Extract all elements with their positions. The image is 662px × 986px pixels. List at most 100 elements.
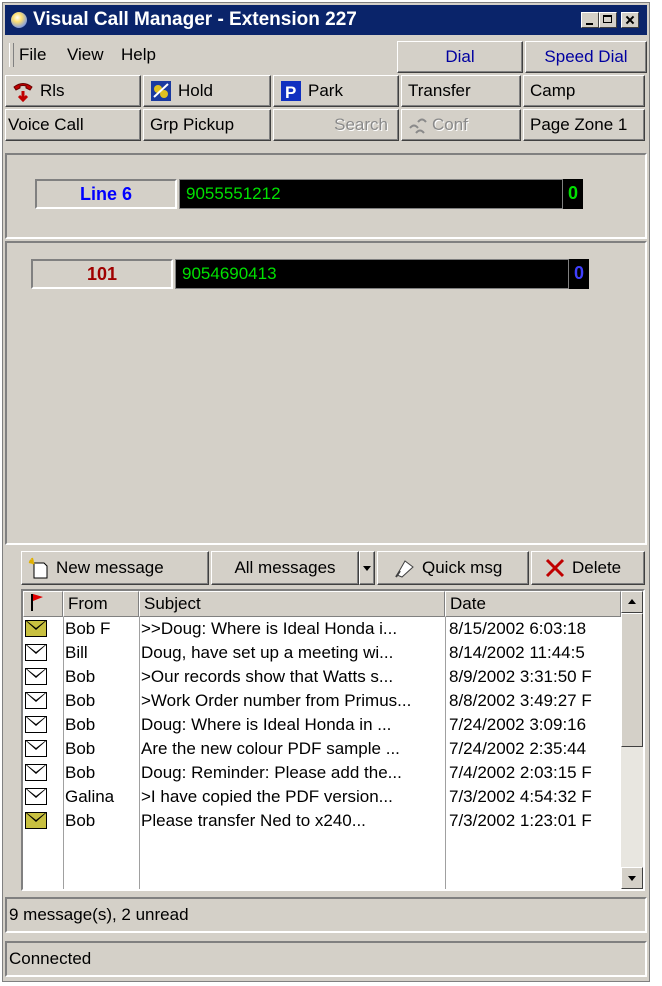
- release-label: Rls: [40, 81, 65, 100]
- message-row[interactable]: Bob Are the new colour PDF sample ... 7/…: [23, 737, 621, 761]
- menu-help[interactable]: Help: [121, 45, 156, 65]
- unread-envelope-icon: [25, 620, 47, 637]
- message-date: 7/4/2002 2:03:15 F: [449, 763, 592, 782]
- new-message-button[interactable]: New message: [21, 551, 209, 585]
- message-date: 7/3/2002 4:54:32 F: [449, 787, 592, 806]
- vertical-scrollbar[interactable]: [621, 591, 643, 889]
- message-from: Bill: [65, 643, 88, 662]
- message-from: Galina: [65, 787, 115, 806]
- window-title: Visual Call Manager - Extension 227: [33, 9, 357, 30]
- extension-label[interactable]: 101: [31, 259, 173, 289]
- page-zone-button[interactable]: Page Zone 1: [523, 109, 645, 141]
- message-row[interactable]: Bob >Our records show that Watts s... 8/…: [23, 665, 621, 689]
- line-count: 0: [563, 179, 583, 209]
- extension-label-text: 101: [86, 263, 118, 284]
- title-bar[interactable]: Visual Call Manager - Extension 227: [5, 5, 647, 35]
- extension-number-display: 9054690413: [175, 259, 569, 289]
- message-row[interactable]: Bob F >>Doug: Where is Ideal Honda i... …: [23, 617, 621, 641]
- phone-release-icon: [12, 80, 34, 103]
- message-row[interactable]: Bob Doug: Reminder: Please add the... 7/…: [23, 761, 621, 785]
- scroll-thumb[interactable]: [621, 613, 643, 747]
- dial-button[interactable]: Dial: [397, 41, 523, 73]
- message-date: 8/15/2002 6:03:18: [449, 619, 587, 638]
- message-subject: Doug, have set up a meeting wi...: [141, 643, 394, 662]
- scroll-up-icon[interactable]: [621, 591, 643, 613]
- voice-call-button[interactable]: Voice Call: [5, 109, 141, 141]
- app-icon: [11, 12, 27, 28]
- message-date: 8/9/2002 3:31:50 F: [449, 667, 592, 686]
- quick-msg-label: Quick msg: [422, 558, 503, 577]
- quick-msg-icon: [394, 557, 416, 579]
- message-row[interactable]: Bill Doug, have set up a meeting wi... 8…: [23, 641, 621, 665]
- message-row[interactable]: Galina >I have copied the PDF version...…: [23, 785, 621, 809]
- message-summary-status: 9 message(s), 2 unread: [5, 897, 647, 933]
- message-from: Bob: [65, 691, 96, 710]
- read-envelope-icon: [25, 788, 47, 805]
- from-column-header[interactable]: From: [63, 591, 139, 617]
- scroll-down-icon[interactable]: [621, 867, 643, 889]
- park-icon: P: [280, 80, 302, 102]
- message-subject: >>Doug: Where is Ideal Honda i...: [141, 619, 398, 638]
- message-filter-dropdown[interactable]: All messages: [211, 551, 359, 585]
- delete-label: Delete: [572, 558, 622, 577]
- flag-icon: [30, 594, 44, 616]
- menu-file[interactable]: File: [19, 45, 46, 65]
- message-from: Bob: [65, 715, 96, 734]
- minimize-icon[interactable]: [581, 12, 599, 28]
- message-subject: >Work Order number from Primus...: [141, 691, 412, 710]
- speed-dial-button[interactable]: Speed Dial: [525, 41, 647, 73]
- hold-button[interactable]: Hold: [143, 75, 271, 107]
- message-subject: Please transfer Ned to x240...: [141, 811, 366, 830]
- message-row[interactable]: Bob Doug: Where is Ideal Honda in ... 7/…: [23, 713, 621, 737]
- extension-panel: 101 9054690413 0: [5, 241, 647, 545]
- connection-status: Connected: [5, 941, 647, 977]
- read-envelope-icon: [25, 764, 47, 781]
- message-subject: Doug: Where is Ideal Honda in ...: [141, 715, 392, 734]
- read-envelope-icon: [25, 644, 47, 661]
- conference-button[interactable]: Conf: [401, 109, 521, 141]
- delete-button[interactable]: Delete: [531, 551, 645, 585]
- menu-view[interactable]: View: [67, 45, 104, 65]
- message-date: 8/14/2002 11:44:5: [449, 643, 585, 662]
- park-button[interactable]: P Park: [273, 75, 399, 107]
- maximize-icon[interactable]: [599, 12, 617, 28]
- message-row[interactable]: Bob >Work Order number from Primus... 8/…: [23, 689, 621, 713]
- hold-icon: [150, 80, 172, 102]
- message-from: Bob: [65, 667, 96, 686]
- hold-label: Hold: [178, 81, 213, 100]
- camp-button[interactable]: Camp: [523, 75, 645, 107]
- message-date: 7/24/2002 2:35:44: [449, 739, 587, 758]
- message-list[interactable]: From Subject Date Bob F >>Doug: Where is…: [21, 589, 645, 891]
- filter-dropdown-arrow[interactable]: [359, 551, 375, 585]
- date-column-header[interactable]: Date: [445, 591, 621, 617]
- message-row[interactable]: Bob Please transfer Ned to x240... 7/3/2…: [23, 809, 621, 833]
- park-label: Park: [308, 81, 343, 100]
- message-subject: >I have copied the PDF version...: [141, 787, 393, 806]
- message-date: 7/3/2002 1:23:01 F: [449, 811, 592, 830]
- message-from: Bob: [65, 739, 96, 758]
- message-subject: >Our records show that Watts s...: [141, 667, 394, 686]
- release-button[interactable]: Rls: [5, 75, 141, 107]
- unread-envelope-icon: [25, 812, 47, 829]
- menu-grip: [9, 43, 14, 67]
- transfer-button[interactable]: Transfer: [401, 75, 521, 107]
- line-panel: Line 6 9055551212 0: [5, 153, 647, 239]
- message-subject: Doug: Reminder: Please add the...: [141, 763, 402, 782]
- read-envelope-icon: [25, 740, 47, 757]
- svg-text:P: P: [285, 83, 296, 102]
- subject-column-header[interactable]: Subject: [139, 591, 445, 617]
- message-date: 8/8/2002 3:49:27 F: [449, 691, 592, 710]
- search-button[interactable]: Search: [273, 109, 399, 141]
- conference-label: Conf: [432, 115, 468, 134]
- menu-bar: File View Help Dial Speed Dial: [5, 37, 647, 73]
- delete-icon: [544, 557, 566, 579]
- read-envelope-icon: [25, 668, 47, 685]
- conference-icon: [408, 114, 428, 136]
- app-window: Visual Call Manager - Extension 227 File…: [2, 2, 650, 982]
- quick-msg-button[interactable]: Quick msg: [377, 551, 529, 585]
- flag-column-header[interactable]: [23, 591, 63, 617]
- line-label[interactable]: Line 6: [35, 179, 177, 209]
- close-icon[interactable]: [621, 12, 639, 28]
- line-label-text: Line 6: [79, 183, 132, 204]
- group-pickup-button[interactable]: Grp Pickup: [143, 109, 271, 141]
